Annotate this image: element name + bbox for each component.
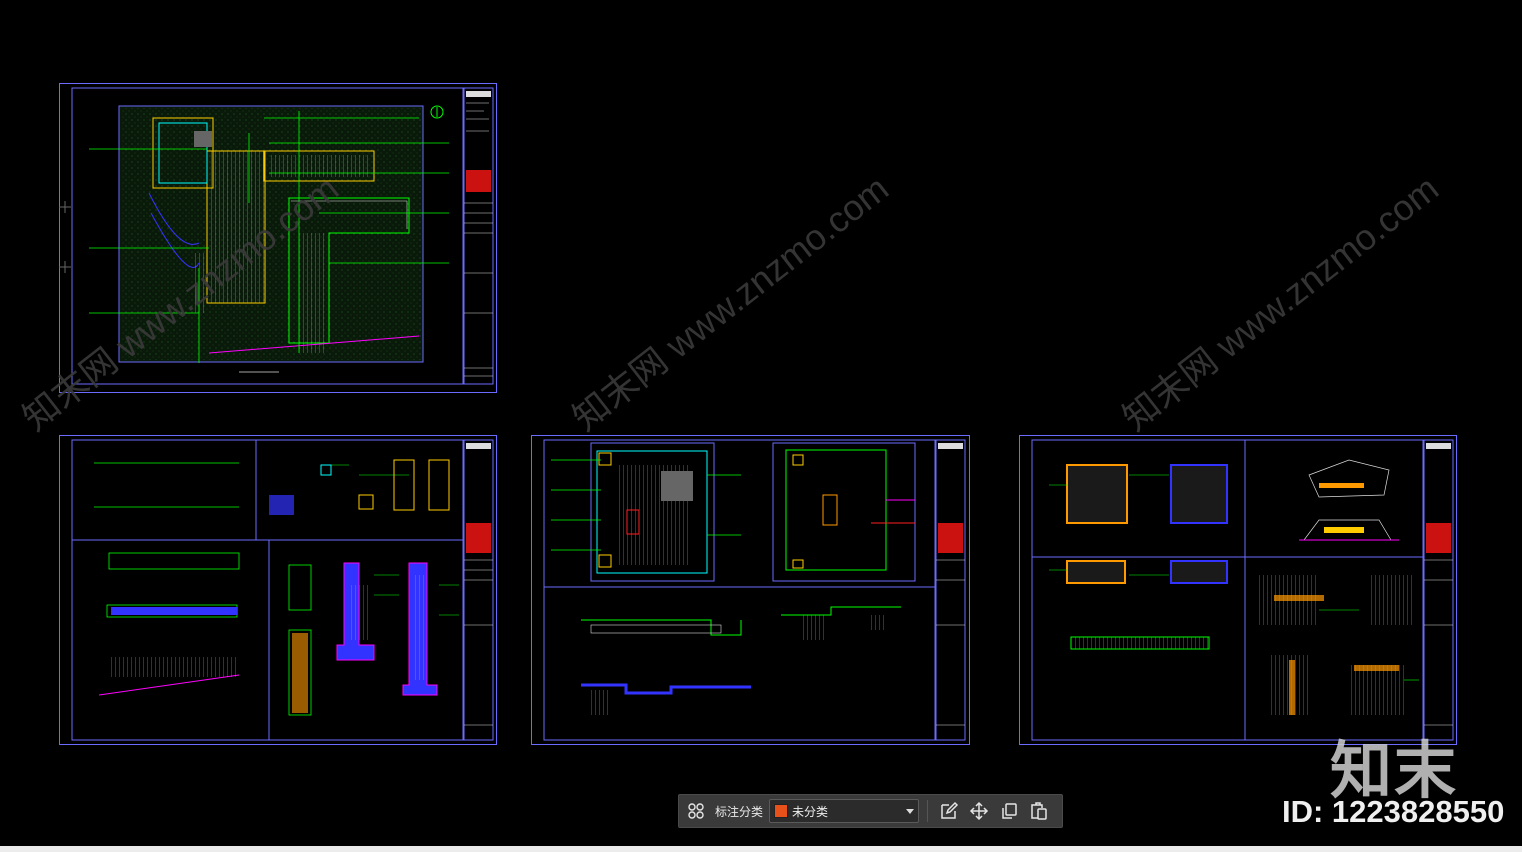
move-button[interactable] <box>964 797 994 825</box>
drawing-sheet-3[interactable] <box>531 435 970 745</box>
drawing-sheet-2[interactable] <box>59 435 497 745</box>
category-select-value: 未分类 <box>792 804 829 819</box>
cad-drawing-canvas[interactable]: 知末网 www.znzmo.com 知末网 www.znzmo.com 知末网 … <box>0 0 1522 852</box>
chevron-down-icon <box>906 808 915 814</box>
copy-icon <box>1002 803 1017 819</box>
copy-button[interactable] <box>994 797 1024 825</box>
category-color-swatch <box>774 804 789 818</box>
annotation-toolbar: 标注分类 未分类 <box>678 794 1063 828</box>
paste-button[interactable] <box>1024 797 1054 825</box>
paste-icon <box>1031 802 1047 820</box>
move-icon <box>969 801 989 821</box>
category-select[interactable]: 未分类 <box>769 799 920 823</box>
edit-icon <box>941 801 959 819</box>
annotation-category-label: 标注分类 <box>715 804 764 819</box>
edit-button[interactable] <box>934 797 964 825</box>
drawing-sheet-4[interactable] <box>1019 435 1457 745</box>
watermark-text: 知末网 www.znzmo.com <box>564 167 896 439</box>
toolbar-divider <box>927 800 929 822</box>
status-bar <box>0 846 1522 852</box>
grid-icon[interactable] <box>685 800 707 822</box>
watermark-text: 知末网 www.znzmo.com <box>1114 167 1446 439</box>
resource-id: ID: 1223828550 <box>1282 794 1505 829</box>
